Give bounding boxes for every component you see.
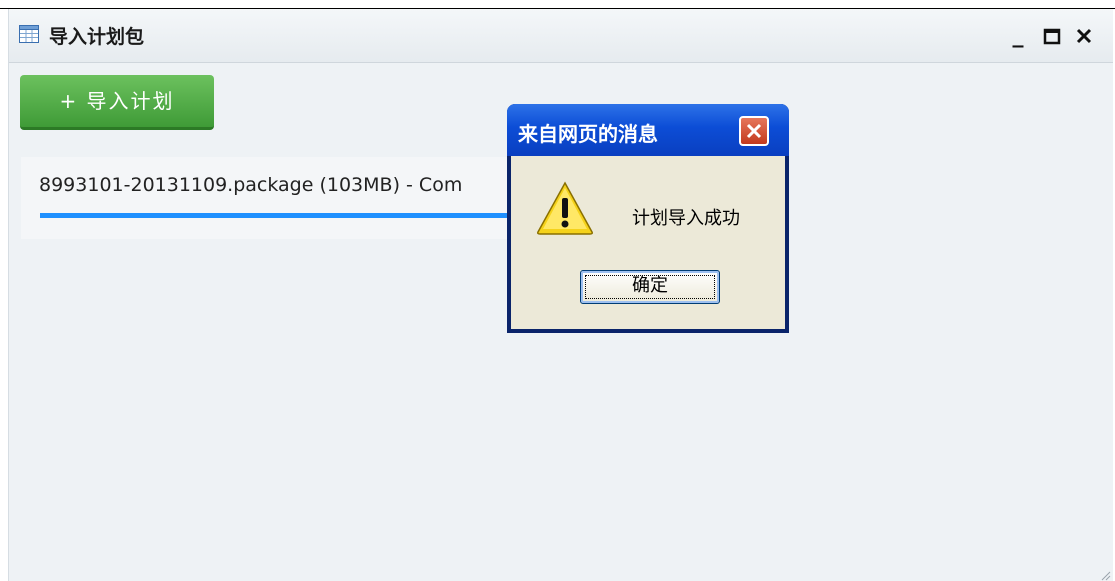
dialog-titlebar: 来自网页的消息 [507, 104, 789, 156]
close-icon [746, 123, 762, 139]
upload-file-label: 8993101-20131109.package (103MB) - Com [39, 174, 463, 196]
maximize-button[interactable] [1041, 25, 1063, 47]
window-title: 导入计划包 [49, 26, 145, 48]
warning-icon [537, 181, 593, 235]
close-button[interactable] [1073, 25, 1095, 47]
message-dialog: 来自网页的消息 计划导入成功 确定 [507, 104, 789, 333]
close-icon [1076, 28, 1092, 44]
resize-grip-icon[interactable] [1099, 569, 1111, 581]
dialog-close-button[interactable] [739, 116, 769, 146]
upload-progress-fill [40, 213, 510, 218]
window-titlebar: 导入计划包 _ [9, 9, 1113, 63]
minimize-button[interactable]: _ [1007, 25, 1029, 47]
import-plan-button[interactable]: + 导入计划 [20, 75, 214, 130]
focus-ring [585, 275, 715, 299]
ok-button[interactable]: 确定 [580, 270, 720, 304]
maximize-icon [1043, 28, 1061, 45]
table-icon [19, 25, 39, 43]
dialog-message: 计划导入成功 [632, 208, 740, 229]
dialog-title: 来自网页的消息 [518, 122, 658, 146]
upload-item: 8993101-20131109.package (103MB) - Com [21, 157, 511, 239]
dialog-body: 计划导入成功 确定 [511, 156, 785, 329]
upload-progress-bar [40, 213, 510, 218]
